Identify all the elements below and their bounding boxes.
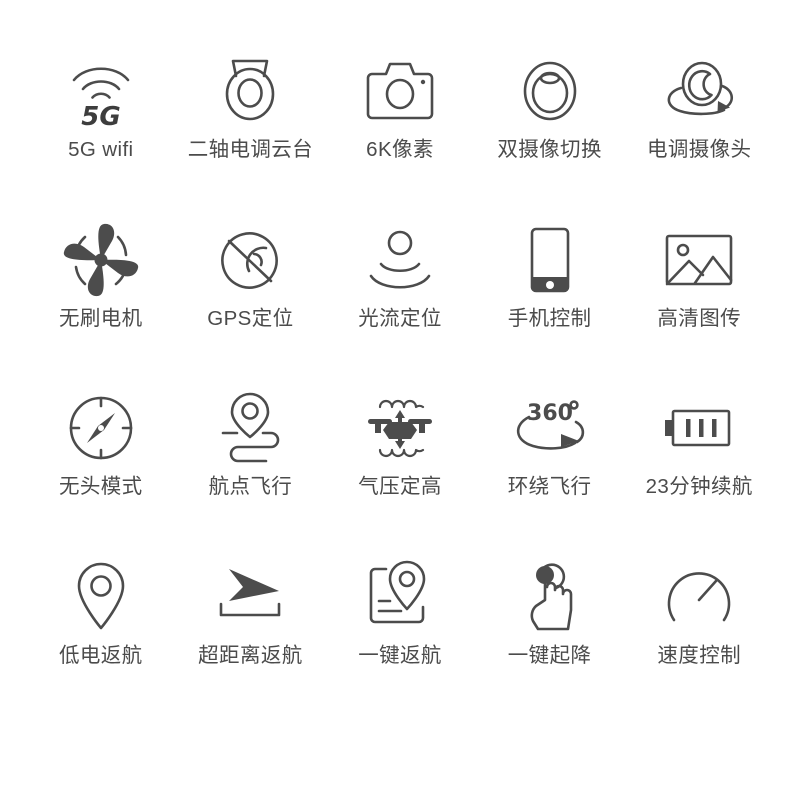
feature-label: 23分钟续航 xyxy=(645,475,753,498)
feature-item-speed-control[interactable]: 速度控制 xyxy=(624,558,774,727)
feature-label: 环绕飞行 xyxy=(507,475,592,498)
feature-grid: 5G 5G wifi 二轴电调云台 6K像素 双摄像切换 电调摄像头 无刷电机 … xyxy=(0,0,800,800)
two-axis-gimbal-icon xyxy=(209,52,291,130)
gps-positioning-icon xyxy=(209,221,291,299)
feature-item-6k-pixels[interactable]: 6K像素 xyxy=(325,52,475,221)
feature-item-5g-wifi[interactable]: 5G 5G wifi xyxy=(26,52,176,221)
feature-label: 一键返航 xyxy=(358,643,442,667)
optical-flow-icon xyxy=(359,221,441,299)
orbit-360-badge-text: 360 xyxy=(527,401,573,426)
dual-camera-switch-icon xyxy=(509,52,591,130)
phone-control-icon xyxy=(509,221,591,299)
feature-label: 6K像素 xyxy=(366,138,434,161)
rotating-camera-icon xyxy=(658,52,740,130)
long-distance-arrow-icon xyxy=(209,558,291,636)
feature-item-waypoint-flight[interactable]: 航点飞行 xyxy=(176,389,326,558)
feature-label: 电调摄像头 xyxy=(646,138,752,161)
feature-item-rotating-camera[interactable]: 电调摄像头 xyxy=(624,52,774,221)
feature-item-two-axis-gimbal[interactable]: 二轴电调云台 xyxy=(176,52,326,221)
hd-image-transfer-icon xyxy=(658,221,740,299)
feature-item-brushless-motor[interactable]: 无刷电机 xyxy=(26,221,176,390)
feature-item-altitude-hold[interactable]: 气压定高 xyxy=(325,389,475,558)
wifi-5g-badge-text: 5G xyxy=(81,102,120,132)
feature-label: 二轴电调云台 xyxy=(187,138,314,161)
feature-label: 气压定高 xyxy=(358,475,442,498)
feature-item-headless-mode[interactable]: 无头模式 xyxy=(26,389,176,558)
feature-label: 航点飞行 xyxy=(208,475,293,498)
feature-item-battery-life[interactable]: 23分钟续航 xyxy=(624,389,774,558)
feature-item-gps-positioning[interactable]: GPS定位 xyxy=(176,221,326,390)
map-pin-icon xyxy=(60,558,142,636)
feature-label: 速度控制 xyxy=(657,643,741,667)
one-key-return-map-icon xyxy=(359,558,441,636)
feature-item-one-key-takeoff[interactable]: 一键起降 xyxy=(475,558,625,727)
feature-label: 高清图传 xyxy=(657,306,741,330)
feature-label: GPS定位 xyxy=(207,306,294,330)
feature-item-optical-flow[interactable]: 光流定位 xyxy=(325,221,475,390)
speed-gauge-icon xyxy=(658,558,740,636)
feature-label: 一键起降 xyxy=(507,643,592,667)
feature-label: 双摄像切换 xyxy=(497,138,602,161)
brushless-motor-icon xyxy=(60,221,142,299)
altitude-hold-drone-icon xyxy=(359,389,441,467)
battery-icon xyxy=(658,389,740,467)
feature-item-orbit-flight[interactable]: 360 环绕飞行 xyxy=(475,389,625,558)
wifi-5g-icon: 5G xyxy=(60,52,142,132)
feature-item-one-key-return[interactable]: 一键返航 xyxy=(325,558,475,727)
orbit-360-icon: 360 xyxy=(509,389,591,467)
feature-label: 无头模式 xyxy=(58,475,143,498)
feature-label: 超距离返航 xyxy=(198,643,303,667)
feature-label: 光流定位 xyxy=(358,306,442,330)
compass-headless-icon xyxy=(60,389,142,467)
feature-label: 低电返航 xyxy=(58,643,143,667)
waypoint-flight-icon xyxy=(209,389,291,467)
feature-item-low-battery-return[interactable]: 低电返航 xyxy=(26,558,176,727)
feature-item-phone-control[interactable]: 手机控制 xyxy=(475,221,625,390)
feature-label: 5G wifi xyxy=(68,138,134,161)
camera-icon xyxy=(359,52,441,130)
feature-item-long-distance-return[interactable]: 超距离返航 xyxy=(176,558,326,727)
feature-item-dual-camera-switch[interactable]: 双摄像切换 xyxy=(475,52,625,221)
feature-item-hd-image-transfer[interactable]: 高清图传 xyxy=(624,221,774,390)
one-key-takeoff-hand-icon xyxy=(509,558,591,636)
feature-label: 手机控制 xyxy=(507,306,592,330)
feature-label: 无刷电机 xyxy=(58,306,143,330)
